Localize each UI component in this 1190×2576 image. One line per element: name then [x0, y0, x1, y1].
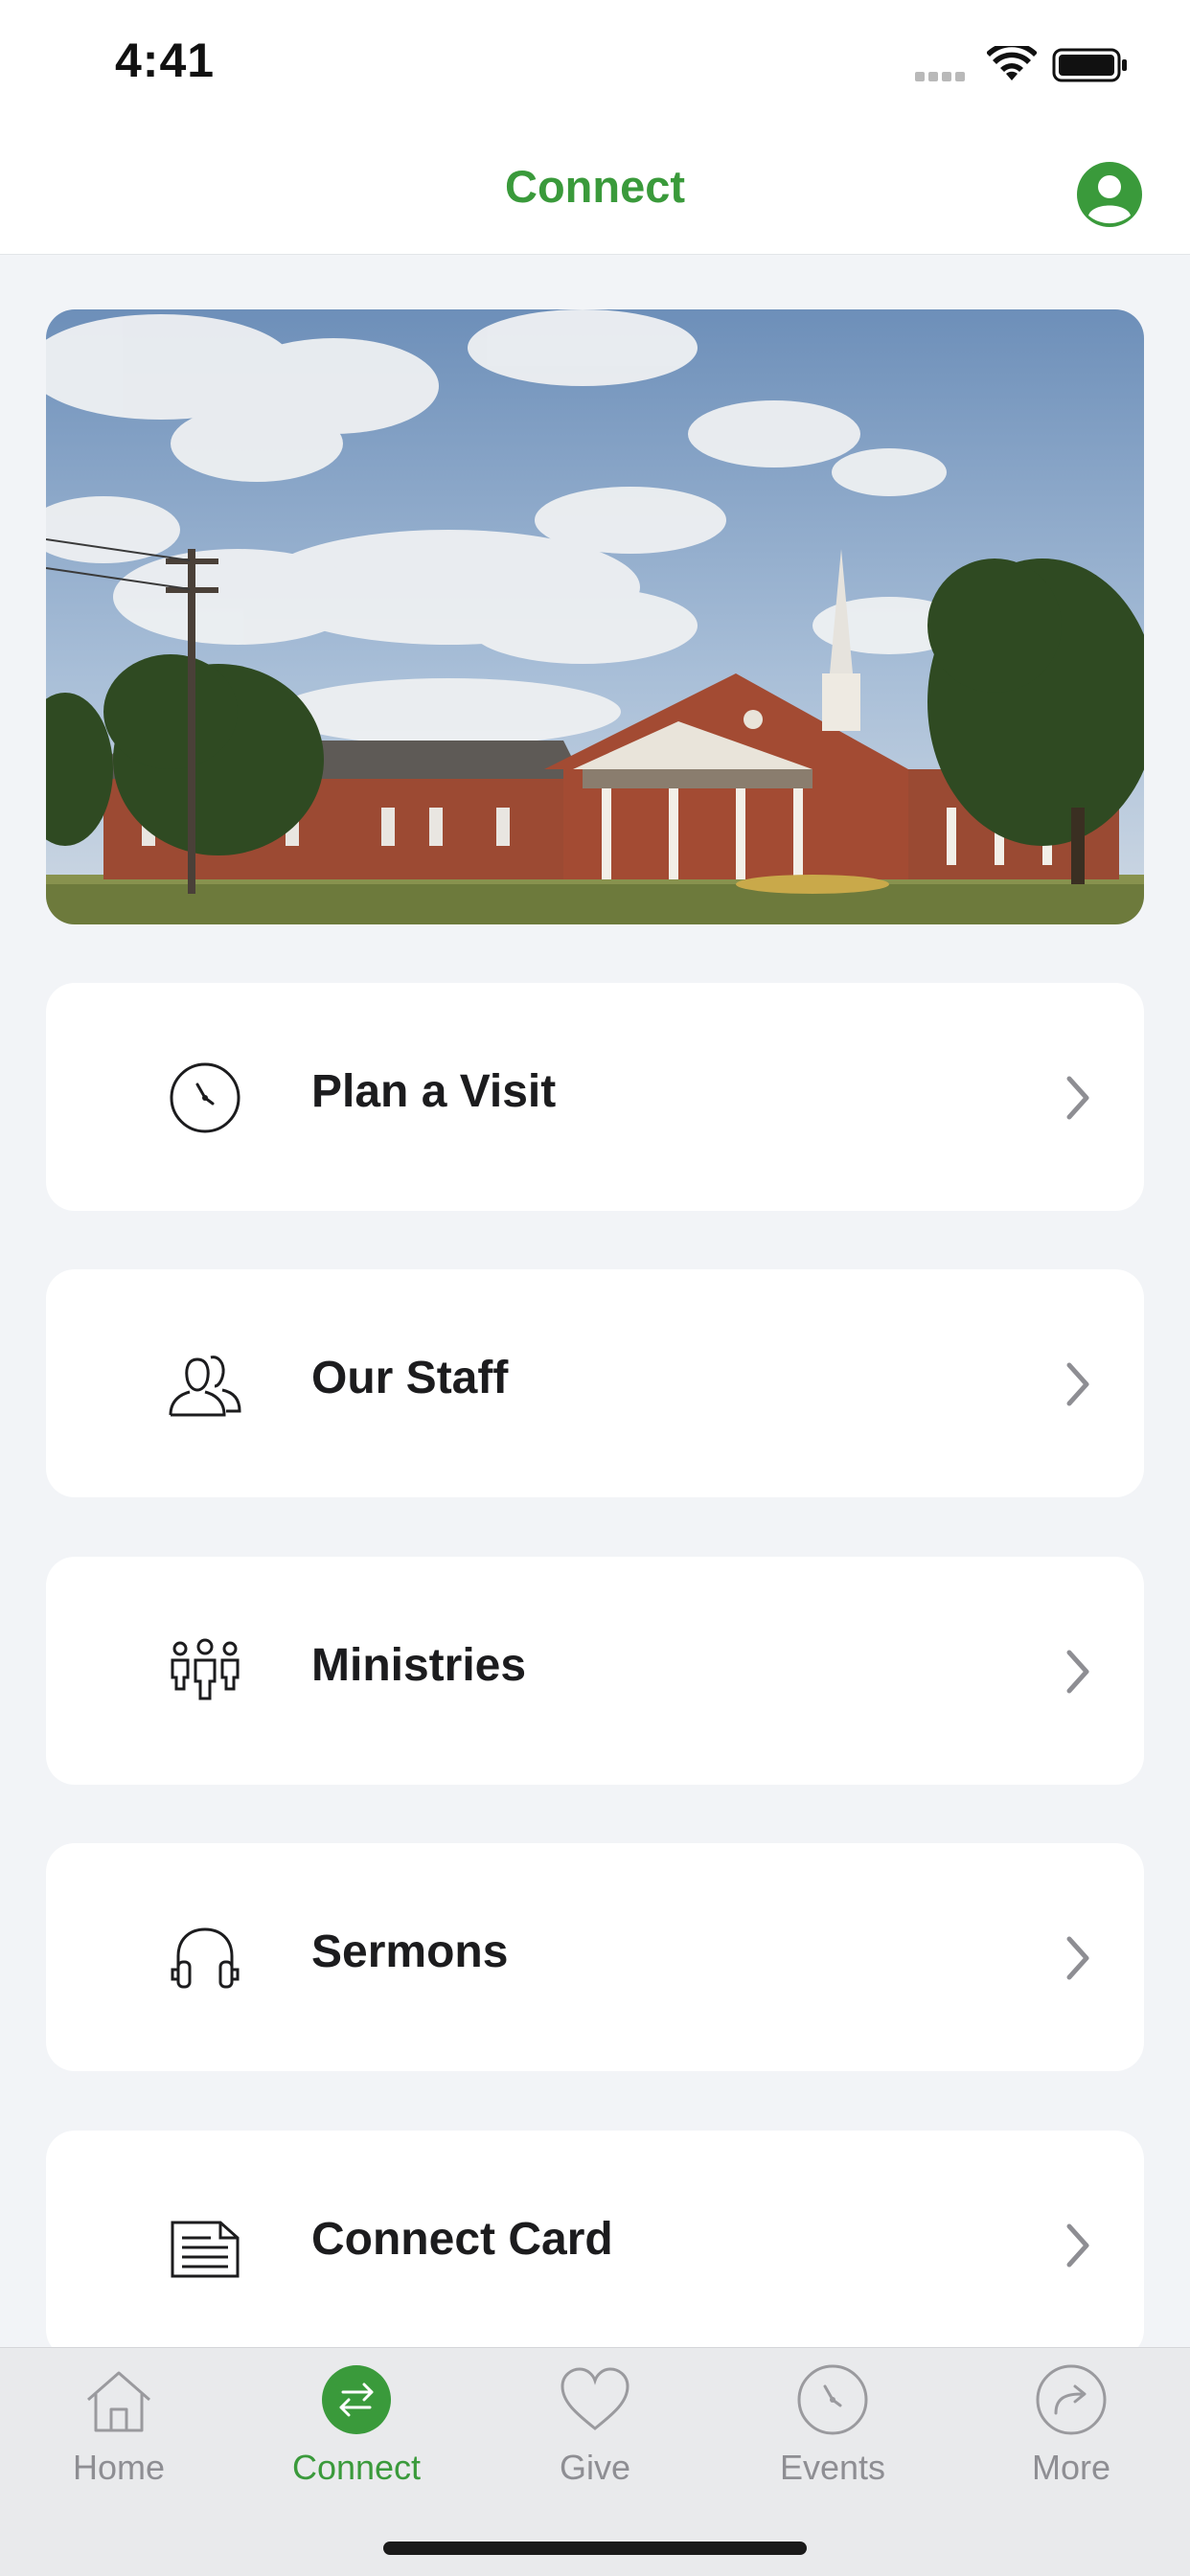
heart-icon	[561, 2367, 629, 2430]
clock-icon	[797, 2364, 868, 2435]
headphones-icon	[171, 1927, 240, 1989]
chevron-right-icon	[1066, 1362, 1089, 1406]
clock-icon	[170, 1062, 240, 1133]
tab-label: Connect	[291, 2448, 422, 2487]
document-icon	[171, 2221, 240, 2278]
chevron-right-icon	[1066, 1936, 1089, 1980]
tab-events[interactable]: Events	[714, 2348, 951, 2520]
connect-icon	[322, 2365, 391, 2434]
menu-item-label: Plan a Visit	[311, 1066, 557, 1117]
profile-icon[interactable]	[1075, 160, 1144, 229]
tab-label: Home	[72, 2448, 166, 2487]
menu-item-label: Connect Card	[311, 2214, 613, 2265]
tab-give[interactable]: Give	[476, 2348, 714, 2520]
cellular-signal-icon	[915, 69, 969, 86]
battery-icon	[1052, 48, 1127, 82]
tab-bar: Home Connect Give Events More	[0, 2347, 1190, 2576]
page-title: Connect	[505, 161, 685, 212]
status-bar: 4:41	[0, 0, 1190, 129]
menu-item-plan-a-visit[interactable]: Plan a Visit	[46, 983, 1144, 1211]
menu-item-label: Ministries	[311, 1640, 527, 1691]
nav-bar: Connect	[0, 129, 1190, 255]
group-icon	[171, 1638, 240, 1700]
people-icon	[169, 1356, 241, 1417]
home-indicator	[383, 2542, 807, 2555]
tab-label: Give	[559, 2448, 631, 2487]
tab-more[interactable]: More	[952, 2348, 1190, 2520]
menu-item-connect-card[interactable]: Connect Card	[46, 2131, 1144, 2359]
chevron-right-icon	[1066, 1650, 1089, 1694]
tab-label: Events	[779, 2448, 886, 2487]
church-photo	[46, 309, 1144, 924]
menu-item-label: Our Staff	[311, 1353, 509, 1403]
menu-item-sermons[interactable]: Sermons	[46, 1843, 1144, 2071]
menu-item-ministries[interactable]: Ministries	[46, 1557, 1144, 1785]
status-time: 4:41	[115, 34, 216, 87]
menu-item-our-staff[interactable]: Our Staff	[46, 1269, 1144, 1497]
wifi-icon	[987, 46, 1037, 80]
tab-connect[interactable]: Connect	[238, 2348, 475, 2520]
tab-label: More	[1031, 2448, 1111, 2487]
share-arrow-icon	[1036, 2364, 1107, 2435]
chevron-right-icon	[1066, 1076, 1089, 1120]
tab-home[interactable]: Home	[0, 2348, 238, 2520]
chevron-right-icon	[1066, 2223, 1089, 2268]
menu-item-label: Sermons	[311, 1926, 509, 1977]
home-icon	[87, 2371, 150, 2432]
